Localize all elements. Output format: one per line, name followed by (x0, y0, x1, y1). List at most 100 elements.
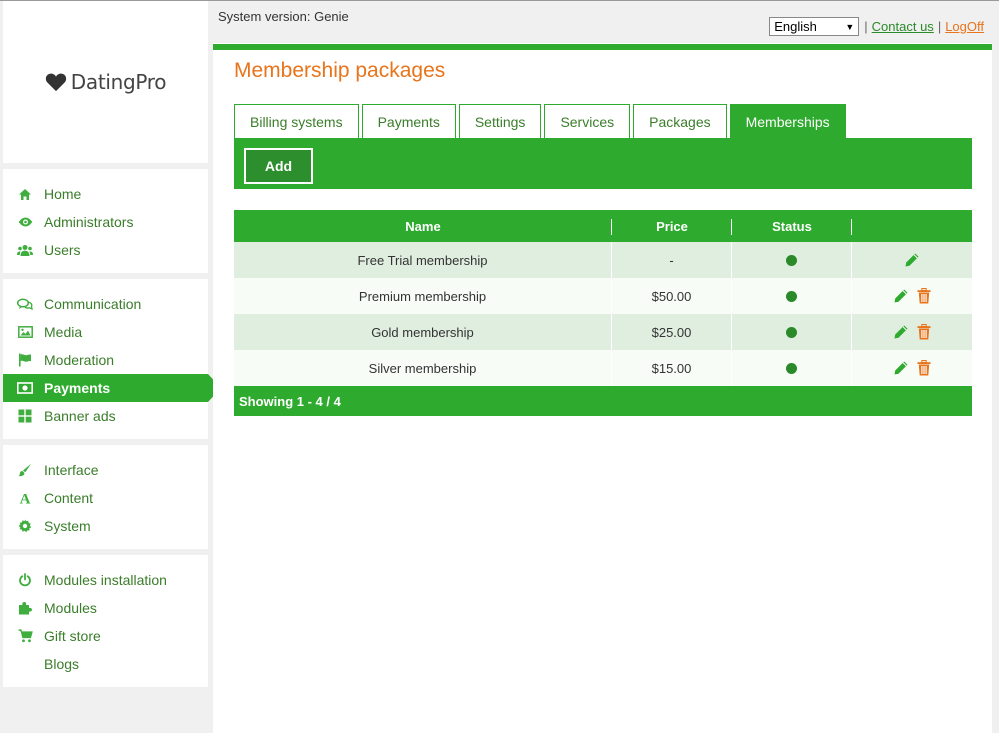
sidebar-item-media[interactable]: Media (3, 318, 208, 346)
sidebar-item-label: Home (44, 186, 82, 202)
edit-pencil-icon[interactable] (893, 360, 909, 376)
column-header-price[interactable]: Price (612, 210, 732, 242)
cell-actions (852, 278, 972, 314)
table-row: Gold membership $25.00 (234, 314, 972, 350)
grid-icon (17, 408, 33, 424)
sidebar-item-administrators[interactable]: Administrators (3, 208, 208, 236)
sidebar-item-users[interactable]: Users (3, 236, 208, 264)
column-header-status[interactable]: Status (732, 210, 852, 242)
cell-price: - (612, 242, 732, 278)
cell-name: Free Trial membership (234, 242, 612, 278)
delete-trash-icon[interactable] (917, 324, 931, 340)
tab-packages[interactable]: Packages (633, 104, 727, 138)
edit-pencil-icon[interactable] (893, 288, 909, 304)
home-icon (17, 186, 33, 202)
cell-name: Gold membership (234, 314, 612, 350)
table-row: Premium membership $50.00 (234, 278, 972, 314)
tab-settings[interactable]: Settings (458, 104, 542, 138)
cell-price: $25.00 (612, 314, 732, 350)
status-active-indicator[interactable] (786, 254, 797, 266)
cell-status (732, 278, 852, 314)
separator: | (937, 19, 942, 34)
tab-billing-systems[interactable]: Billing systems (234, 104, 359, 138)
sidebar-item-modules[interactable]: Modules (3, 594, 208, 622)
money-icon (17, 380, 33, 396)
sidebar-item-banner-ads[interactable]: Banner ads (3, 402, 208, 430)
memberships-table: Name Price Status Free Trial membership -… (234, 210, 972, 416)
svg-text:A: A (20, 492, 31, 506)
heart-icon (45, 73, 66, 92)
cell-actions (852, 242, 972, 278)
cell-actions (852, 350, 972, 386)
action-bar: Add (234, 138, 972, 189)
sidebar-item-label: Content (44, 490, 94, 506)
nav-group: Interface A Content System (3, 445, 208, 549)
power-icon (17, 572, 33, 588)
sidebar-item-label: Communication (44, 296, 142, 312)
topbar: System version: Genie English ▼ | Contac… (213, 1, 999, 43)
logo[interactable]: DatingPro (45, 70, 167, 94)
font-icon: A (17, 490, 33, 506)
sidebar: DatingPro Home Administrators Users Communi… (3, 1, 221, 687)
page-title: Membership packages (234, 59, 446, 82)
sidebar-item-moderation[interactable]: Moderation (3, 346, 208, 374)
tab-services[interactable]: Services (544, 104, 631, 138)
cell-status (732, 242, 852, 278)
edit-pencil-icon[interactable] (893, 324, 909, 340)
sidebar-nav: Home Administrators Users Communication Medi… (3, 169, 221, 687)
cell-status (732, 350, 852, 386)
cell-status (732, 314, 852, 350)
sidebar-item-content[interactable]: A Content (3, 484, 208, 512)
logoff-link[interactable]: LogOff (945, 19, 984, 34)
gear-icon (17, 518, 33, 534)
tabs: Billing systems Payments Settings Services P… (234, 104, 849, 138)
tab-memberships[interactable]: Memberships (729, 104, 846, 138)
edit-pencil-icon[interactable] (904, 252, 920, 268)
contact-link[interactable]: Contact us (872, 19, 934, 34)
column-header-name[interactable]: Name (234, 210, 612, 242)
chevron-down-icon: ▼ (845, 21, 855, 32)
delete-trash-icon[interactable] (917, 288, 931, 304)
column-header-actions (852, 210, 972, 242)
cart-icon (17, 628, 33, 644)
delete-trash-icon[interactable] (917, 360, 931, 376)
puzzle-icon (17, 600, 33, 616)
logo-box: DatingPro (3, 1, 208, 163)
sidebar-item-label: Payments (44, 380, 111, 396)
sidebar-item-blogs[interactable]: Blogs (3, 650, 208, 678)
table-footer: Showing 1 - 4 / 4 (234, 386, 972, 416)
add-button[interactable]: Add (244, 148, 313, 184)
sidebar-item-label: Media (44, 324, 83, 340)
sidebar-item-communication[interactable]: Communication (3, 290, 208, 318)
nav-group: Modules installation Modules Gift store Blo… (3, 555, 208, 687)
separator: | (864, 19, 868, 34)
sidebar-item-home[interactable]: Home (3, 180, 208, 208)
table-row: Silver membership $15.00 (234, 350, 972, 386)
chat-icon (17, 296, 33, 312)
sidebar-item-label: Interface (44, 462, 99, 478)
table-row: Free Trial membership - (234, 242, 972, 278)
sidebar-item-label: Moderation (44, 352, 115, 368)
sidebar-item-modules-installation[interactable]: Modules installation (3, 566, 208, 594)
sidebar-item-label: Gift store (44, 628, 101, 644)
language-select[interactable]: English ▼ (769, 17, 860, 36)
nav-group: Home Administrators Users (3, 169, 208, 273)
table-header: Name Price Status (234, 210, 972, 242)
sidebar-item-payments[interactable]: Payments (3, 374, 221, 402)
cell-actions (852, 314, 972, 350)
tab-payments[interactable]: Payments (361, 104, 456, 138)
sidebar-item-label: Users (44, 242, 81, 258)
table-body: Free Trial membership - Premium membership… (234, 242, 972, 386)
logo-text: DatingPro (70, 70, 167, 94)
status-active-indicator[interactable] (786, 290, 797, 302)
brush-icon (17, 462, 33, 478)
sidebar-item-system[interactable]: System (3, 512, 208, 540)
cell-price: $50.00 (612, 278, 732, 314)
status-active-indicator[interactable] (786, 326, 797, 338)
status-active-indicator[interactable] (786, 362, 797, 374)
cell-price: $15.00 (612, 350, 732, 386)
sidebar-item-interface[interactable]: Interface (3, 456, 208, 484)
sidebar-item-label: Modules installation (44, 572, 167, 588)
sidebar-item-gift-store[interactable]: Gift store (3, 622, 208, 650)
eye-icon (17, 214, 33, 230)
